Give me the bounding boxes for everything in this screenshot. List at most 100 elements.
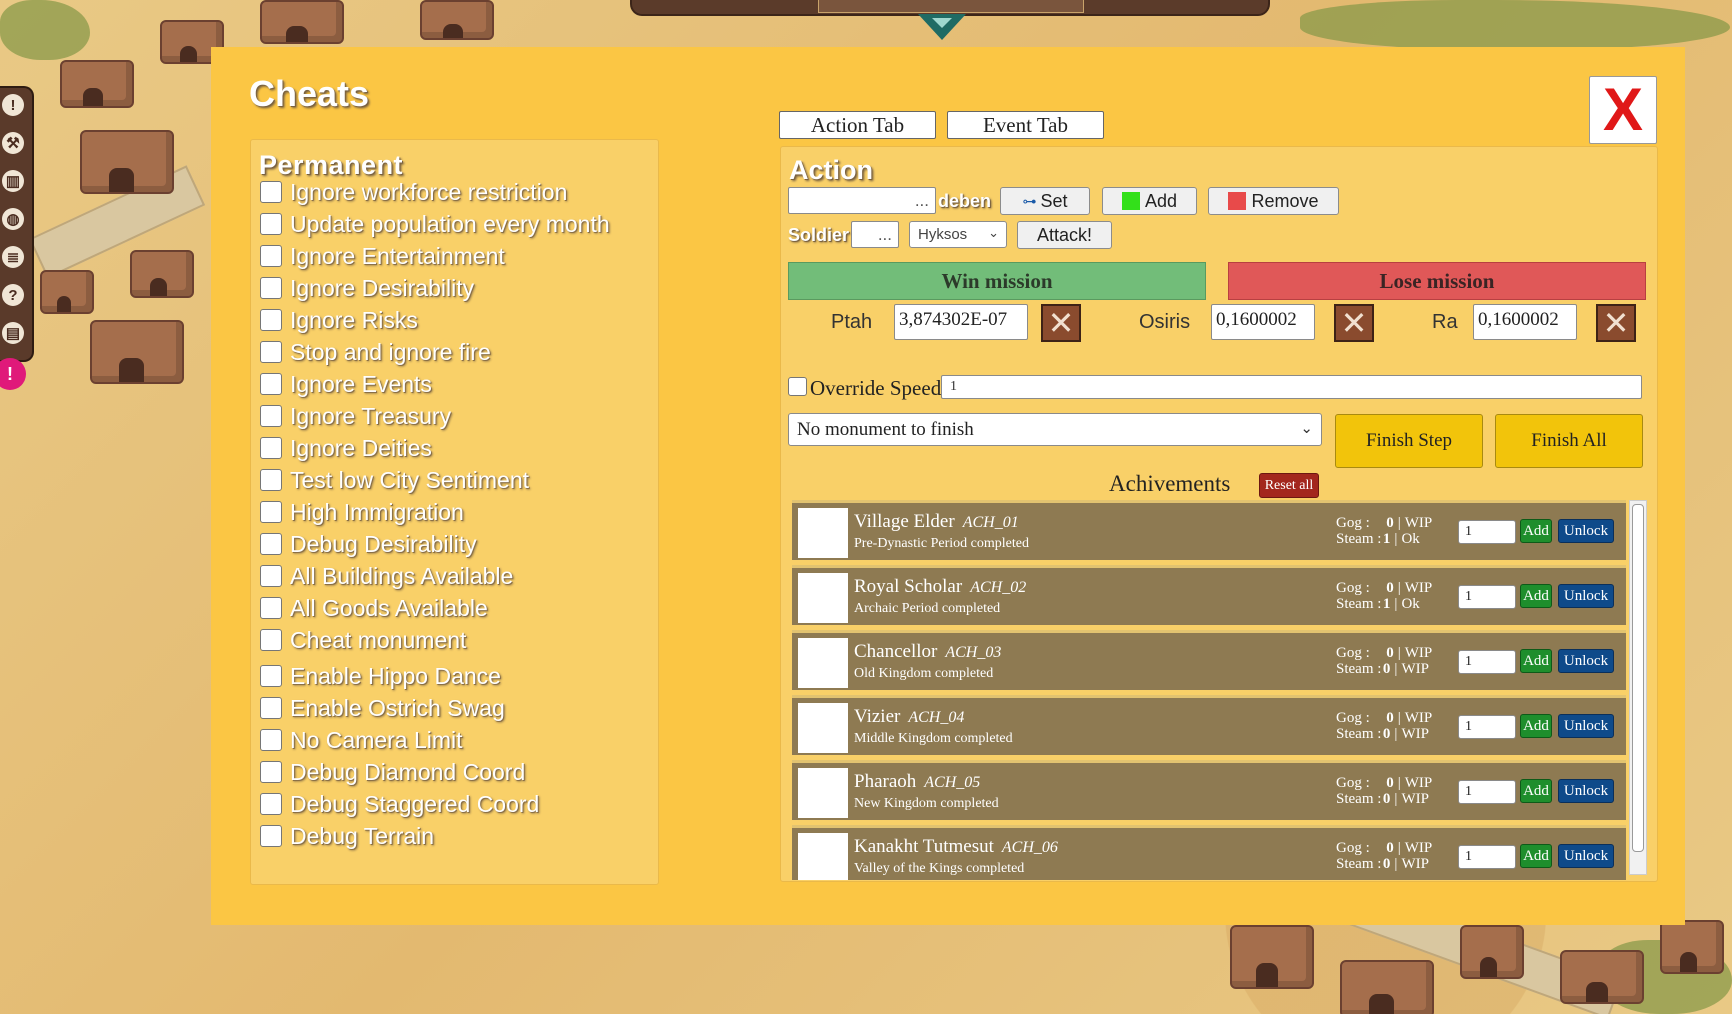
cheat-checkbox[interactable]	[260, 341, 282, 363]
cheat-option[interactable]: Debug Diamond Coord	[260, 758, 525, 786]
cheat-option[interactable]: Stop and ignore fire	[260, 338, 491, 366]
steam-count: 1	[1382, 596, 1391, 612]
achievement-add-button[interactable]: Add	[1520, 519, 1552, 543]
achievement-count-input[interactable]: 1	[1458, 780, 1516, 804]
achievement-count-input[interactable]: 1	[1458, 520, 1516, 544]
cheat-checkbox[interactable]	[260, 825, 282, 847]
achievement-unlock-button[interactable]: Unlock	[1558, 584, 1614, 608]
cheat-checkbox[interactable]	[260, 697, 282, 719]
cheat-checkbox[interactable]	[260, 373, 282, 395]
achievement-add-button[interactable]: Add	[1520, 779, 1552, 803]
cheat-checkbox[interactable]	[260, 181, 282, 203]
reset-osiris-button[interactable]: ✕	[1334, 304, 1374, 342]
cheat-checkbox[interactable]	[260, 309, 282, 331]
achievement-count-input[interactable]: 1	[1458, 845, 1516, 869]
achievement-count-input[interactable]: 1	[1458, 715, 1516, 739]
chart-icon[interactable]: ▥	[2, 170, 24, 192]
cheat-option[interactable]: Ignore Deities	[260, 434, 432, 462]
cheat-checkbox[interactable]	[260, 761, 282, 783]
cheat-option[interactable]: Ignore workforce restriction	[260, 178, 567, 206]
win-mission-button[interactable]: Win mission	[788, 262, 1206, 300]
cheat-option[interactable]: Debug Staggered Coord	[260, 790, 539, 818]
close-button[interactable]: X	[1589, 76, 1657, 144]
cheat-option[interactable]: All Goods Available	[260, 594, 488, 622]
achievement-add-button[interactable]: Add	[1520, 649, 1552, 673]
cheat-option[interactable]: Debug Terrain	[260, 822, 434, 850]
cheat-option[interactable]: Cheat monument	[260, 626, 466, 654]
cheat-option[interactable]: Ignore Events	[260, 370, 432, 398]
achievement-count-input[interactable]: 1	[1458, 650, 1516, 674]
cheat-option[interactable]: No Camera Limit	[260, 726, 463, 754]
cheat-checkbox[interactable]	[260, 729, 282, 751]
cheat-option[interactable]: Enable Ostrich Swag	[260, 694, 505, 722]
attack-button[interactable]: Attack!	[1017, 221, 1112, 249]
override-speed-input[interactable]: 1	[941, 375, 1642, 399]
cheat-checkbox[interactable]	[260, 793, 282, 815]
cheat-option[interactable]: All Buildings Available	[260, 562, 513, 590]
achievement-unlock-button[interactable]: Unlock	[1558, 779, 1614, 803]
achievements-scrollbar[interactable]	[1629, 500, 1647, 875]
achievement-code: ACH_03	[945, 644, 1002, 661]
cheat-checkbox[interactable]	[260, 665, 282, 687]
cheat-option[interactable]: Ignore Entertainment	[260, 242, 505, 270]
achievement-unlock-button[interactable]: Unlock	[1558, 714, 1614, 738]
override-speed-label: Override Speed	[810, 376, 942, 400]
reset-ra-button[interactable]: ✕	[1596, 304, 1636, 342]
tab-event[interactable]: Event Tab	[947, 111, 1104, 139]
remove-deben-button[interactable]: Remove	[1208, 187, 1339, 215]
override-speed-checkbox[interactable]	[788, 377, 807, 396]
list-icon[interactable]: ≣	[2, 246, 24, 268]
cheat-checkbox[interactable]	[260, 597, 282, 619]
cheat-checkbox[interactable]	[260, 245, 282, 267]
deity-value-osiris[interactable]: 0,1600002	[1211, 304, 1315, 340]
tools-icon[interactable]: ⚒	[2, 132, 24, 154]
cheat-checkbox[interactable]	[260, 533, 282, 555]
monument-select[interactable]: No monument to finish ⌄	[788, 413, 1322, 446]
alert-icon[interactable]: !	[2, 94, 24, 116]
reset-all-button[interactable]: Reset all	[1259, 473, 1319, 498]
cheat-option[interactable]: Ignore Risks	[260, 306, 418, 334]
soldier-input[interactable]: ...	[851, 221, 899, 248]
cheat-checkbox[interactable]	[260, 629, 282, 651]
achievements-list[interactable]: Village Elder ACH_01 Pre-Dynastic Period c…	[792, 500, 1637, 880]
cheat-option[interactable]: Update population every month	[260, 210, 610, 238]
cheat-option[interactable]: Debug Desirability	[260, 530, 477, 558]
achievement-count-input[interactable]: 1	[1458, 585, 1516, 609]
achievement-unlock-button[interactable]: Unlock	[1558, 844, 1614, 868]
achievement-unlock-button[interactable]: Unlock	[1558, 519, 1614, 543]
enemy-select[interactable]: Hyksos ⌄	[909, 221, 1007, 248]
achievement-unlock-button[interactable]: Unlock	[1558, 649, 1614, 673]
deity-value-ra[interactable]: 0,1600002	[1473, 304, 1577, 340]
cheat-option[interactable]: Ignore Treasury	[260, 402, 451, 430]
achievement-add-button[interactable]: Add	[1520, 584, 1552, 608]
deben-input[interactable]: ...	[788, 187, 936, 214]
save-icon[interactable]: ▤	[2, 322, 24, 344]
cheat-checkbox[interactable]	[260, 437, 282, 459]
deity-value-ptah[interactable]: 3,874302E-07	[894, 304, 1028, 340]
cheat-option[interactable]: Ignore Desirability	[260, 274, 474, 302]
set-button[interactable]: ⊶ Set	[1000, 187, 1090, 215]
cheat-option[interactable]: High Immigration	[260, 498, 464, 526]
help-icon[interactable]: ?	[2, 284, 24, 306]
finish-step-button[interactable]: Finish Step	[1335, 414, 1483, 468]
cheat-checkbox[interactable]	[260, 277, 282, 299]
reset-ptah-button[interactable]: ✕	[1041, 304, 1081, 342]
achievement-add-button[interactable]: Add	[1520, 714, 1552, 738]
add-deben-button[interactable]: Add	[1102, 187, 1197, 215]
cheat-checkbox[interactable]	[260, 405, 282, 427]
cheat-label: All Goods Available	[290, 594, 488, 621]
cheat-option[interactable]: Test low City Sentiment	[260, 466, 529, 494]
cheat-checkbox[interactable]	[260, 469, 282, 491]
lose-mission-button[interactable]: Lose mission	[1228, 262, 1646, 300]
collapse-arrow-icon[interactable]	[918, 14, 966, 40]
cheat-checkbox[interactable]	[260, 565, 282, 587]
finish-all-button[interactable]: Finish All	[1495, 414, 1643, 468]
scrollbar-thumb[interactable]	[1632, 504, 1644, 852]
cheat-checkbox[interactable]	[260, 213, 282, 235]
globe-icon[interactable]: ◍	[2, 208, 24, 230]
cheat-label: Ignore Desirability	[290, 274, 475, 301]
achievement-add-button[interactable]: Add	[1520, 844, 1552, 868]
tab-action[interactable]: Action Tab	[779, 111, 936, 139]
cheat-option[interactable]: Enable Hippo Dance	[260, 662, 501, 690]
cheat-checkbox[interactable]	[260, 501, 282, 523]
